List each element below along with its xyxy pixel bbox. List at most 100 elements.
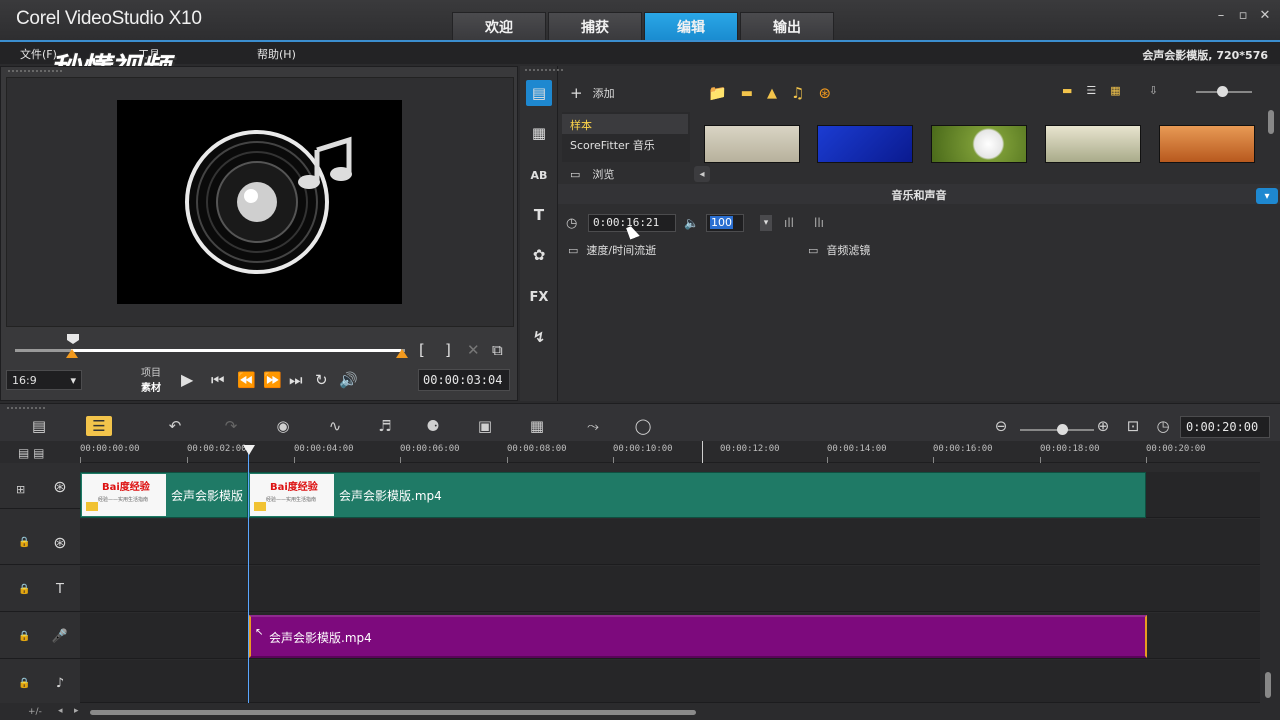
show-audio-icon[interactable]: ♫	[791, 84, 804, 102]
tab-share[interactable]: 输出	[740, 12, 834, 40]
lock-icon[interactable]: 🔒	[18, 584, 30, 595]
transition-icon[interactable]: AB	[526, 162, 552, 188]
trim-in-marker[interactable]	[66, 349, 78, 358]
overlay-track[interactable]	[80, 519, 1260, 565]
media-icon[interactable]: ▤	[526, 80, 552, 106]
lock-icon[interactable]: 🔒	[18, 537, 30, 548]
library-thumbnail[interactable]	[1159, 125, 1255, 163]
panel-grip[interactable]	[524, 68, 564, 72]
tab-welcome[interactable]: 欢迎	[452, 12, 546, 40]
preview-timecode[interactable]: 00:00:03:04	[418, 369, 510, 391]
volume-input[interactable]: 100	[706, 214, 744, 232]
show-video-icon[interactable]: ▬	[741, 86, 753, 101]
repeat-icon[interactable]: ↻	[315, 371, 328, 389]
audio-mixer-icon[interactable]: ∿	[322, 416, 348, 436]
project-duration[interactable]: 0:00:20:00	[1180, 416, 1270, 438]
collapse-icon[interactable]: ◂	[694, 166, 710, 182]
tab-capture[interactable]: 捕获	[548, 12, 642, 40]
filter-icon[interactable]: FX	[526, 284, 552, 310]
speed-button[interactable]: ▭ 速度/时间流逝	[568, 242, 656, 258]
sort-icon[interactable]: ⇩	[1149, 84, 1158, 97]
library-thumbnail[interactable]	[1045, 125, 1141, 163]
panel-grip[interactable]	[7, 69, 63, 73]
prev-frame-icon[interactable]: ⏪	[237, 371, 256, 389]
go-end-icon[interactable]: ⏭	[289, 371, 303, 389]
video-track-icon[interactable]: ⊛	[48, 474, 72, 498]
scroll-left-icon[interactable]: ◂	[58, 706, 63, 716]
motion-tracking-icon[interactable]: ⚈	[420, 416, 446, 436]
mark-out-button[interactable]: ]	[445, 341, 451, 359]
grid-view-icon[interactable]: ▦	[1110, 84, 1120, 97]
add-track-icon[interactable]: +/-	[28, 707, 42, 717]
title-track-icon[interactable]: T	[48, 577, 72, 601]
panel-grip[interactable]	[6, 406, 46, 410]
maximize-button[interactable]: ▫	[1232, 6, 1254, 24]
track-manager-icon[interactable]: ▤ ▤	[18, 446, 45, 460]
track-options-icon[interactable]: ⊞	[16, 483, 25, 496]
browse-button[interactable]: ▭ 浏览	[570, 166, 614, 182]
multi-camera-icon[interactable]: ▦	[524, 416, 550, 436]
vertical-scrollbar[interactable]	[1263, 472, 1273, 703]
scroll-right-icon[interactable]: ▸	[74, 706, 79, 716]
enlarge-icon[interactable]: ⧉	[492, 341, 503, 359]
loop-icon[interactable]: ◯	[630, 416, 656, 436]
playhead[interactable]	[248, 445, 249, 703]
library-thumbnail[interactable]	[704, 125, 800, 163]
overlay-track-icon[interactable]: ⊛	[48, 530, 72, 554]
audio-clip[interactable]: ↖ 会声会影模版.mp4	[249, 615, 1147, 658]
thumbnail-view-icon[interactable]: ▬	[1062, 84, 1072, 97]
volume-icon[interactable]: 🔊	[339, 371, 358, 389]
instant-project-icon[interactable]: ▦	[526, 120, 552, 146]
vertical-scroll-thumb[interactable]	[1265, 672, 1271, 698]
library-thumbnail[interactable]	[931, 125, 1027, 163]
timeline-ruler[interactable]: 00:00:00:00 00:00:02:00 00:00:04:00 00:0…	[80, 441, 1260, 463]
library-thumbnail[interactable]	[817, 125, 913, 163]
mode-project[interactable]: 项目	[141, 364, 161, 379]
web-icon[interactable]: ⊛	[818, 84, 831, 102]
folder-icon[interactable]: 📁	[708, 84, 727, 102]
mark-in-button[interactable]: [	[419, 341, 425, 359]
music-track[interactable]	[80, 660, 1260, 703]
zoom-out-icon[interactable]: ⊖	[988, 416, 1014, 436]
menu-help[interactable]: 帮助(H)	[257, 46, 296, 62]
video-clip[interactable]: Bai度经验 经验——实用生活指南 会声会影模版	[80, 472, 248, 518]
music-track-icon[interactable]: ♪	[48, 671, 72, 695]
scroll-thumb[interactable]	[90, 710, 696, 715]
timeline-scrollbar[interactable]: +/- ◂ ▸	[0, 703, 1280, 720]
zoom-in-icon[interactable]: ⊕	[1090, 416, 1116, 436]
video-clip[interactable]: Bai度经验 经验——实用生活指南 会声会影模版.mp4	[248, 472, 1146, 518]
mode-clip[interactable]: 素材	[141, 379, 161, 394]
title-track[interactable]	[80, 566, 1260, 612]
folder-item[interactable]: 样本	[562, 114, 688, 134]
show-photo-icon[interactable]: ▲	[767, 86, 777, 101]
microphone-icon[interactable]: 🎤	[48, 624, 72, 648]
path-icon[interactable]: ↯	[526, 324, 552, 350]
redo-icon[interactable]: ↷	[218, 416, 244, 436]
record-icon[interactable]: ◉	[270, 416, 296, 436]
library-scrollbar[interactable]	[1268, 110, 1274, 134]
fade-out-icon[interactable]: llı	[814, 216, 824, 230]
zoom-slider-handle[interactable]	[1057, 424, 1068, 435]
add-folder-button[interactable]: + 添加	[570, 84, 615, 102]
subtitle-icon[interactable]: ▣	[472, 416, 498, 436]
close-button[interactable]: ✕	[1254, 6, 1276, 24]
playhead-handle[interactable]	[243, 445, 255, 455]
scrubber-handle[interactable]	[67, 334, 79, 344]
minimize-button[interactable]: –	[1210, 6, 1232, 24]
storyboard-view-icon[interactable]: ▤	[26, 416, 52, 436]
fade-in-icon[interactable]: ıll	[784, 216, 794, 230]
trim-out-marker[interactable]	[396, 349, 408, 358]
time-remap-icon[interactable]: ⤳	[580, 416, 606, 436]
undo-icon[interactable]: ↶	[162, 416, 188, 436]
chevron-down-icon[interactable]: ▾	[1256, 188, 1278, 204]
lock-icon[interactable]: 🔒	[18, 678, 30, 689]
list-view-icon[interactable]: ☰	[1086, 84, 1096, 97]
folder-item[interactable]: ScoreFitter 音乐	[562, 134, 688, 154]
split-icon[interactable]: ✕	[467, 341, 480, 359]
graphic-icon[interactable]: ✿	[526, 242, 552, 268]
auto-music-icon[interactable]: ♬	[372, 416, 398, 436]
title-icon[interactable]: T	[526, 202, 552, 228]
fit-project-icon[interactable]: ⊡	[1120, 416, 1146, 436]
thumb-size-handle[interactable]	[1217, 86, 1228, 97]
audio-filter-button[interactable]: ▭ 音频滤镜	[808, 242, 870, 258]
